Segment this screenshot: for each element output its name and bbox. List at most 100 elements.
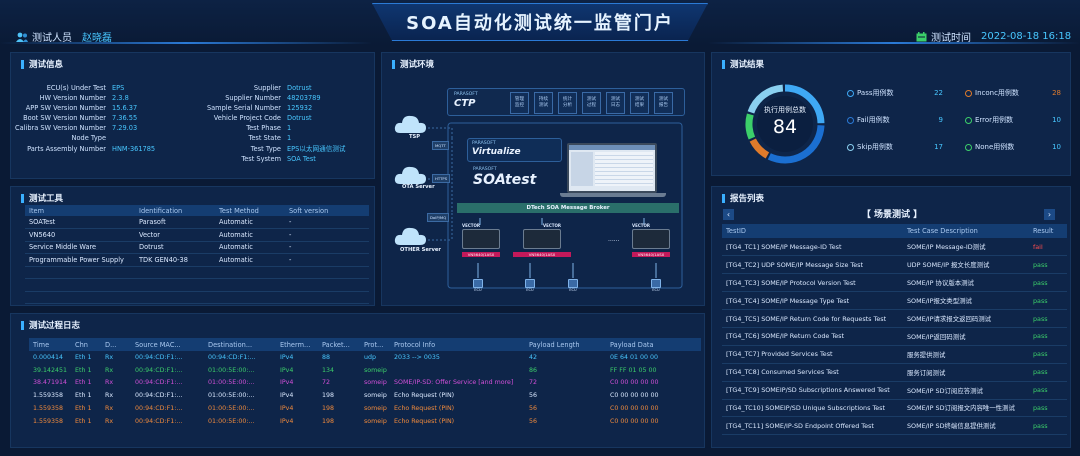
report-cell: [TG4_TC1] SOME/IP Message-ID Test xyxy=(722,238,903,257)
table-row-empty xyxy=(25,266,369,279)
page-title: SOA自动化测试统一监管门户 xyxy=(406,13,674,34)
tools-cell: Service Middle Ware xyxy=(25,241,135,254)
legend-item: Skip用例数 17 xyxy=(847,142,943,152)
info-row: Sample Serial Number 125932 xyxy=(181,103,371,113)
table-row[interactable]: [TG4_TC2] UDP SOME/IP Message Size Test U… xyxy=(722,255,1067,275)
table-row[interactable]: 0.000414 Eth 1 Rx 00:94:CD:F1:... 00:94:CD:F… xyxy=(29,351,701,364)
log-cell xyxy=(390,364,525,377)
total-value: 84 xyxy=(772,116,798,138)
other-server-label: OTHER Server xyxy=(400,247,441,253)
result-badge: pass xyxy=(1029,363,1067,382)
info-value: 2.3.8 xyxy=(112,94,129,103)
table-row[interactable]: 39.142451 Eth 1 Rx 00:94:CD:F1:... 01:00:5E:… xyxy=(29,364,701,377)
table-row[interactable]: Programmable Power Supply TDK GEN40-38 Aut… xyxy=(25,253,369,267)
tools-cell: SOATest xyxy=(25,216,135,229)
test-log-title: 测试过程日志 xyxy=(11,314,704,331)
table-row[interactable]: [TG4_TC9] SOMEIP/SD Subscriptions Answer… xyxy=(722,381,1067,400)
log-cell: 00:94:CD:F1:... xyxy=(135,379,183,387)
time-label: 测试时间 xyxy=(931,33,971,44)
info-value: Dotrust xyxy=(287,84,312,92)
vector-device-1: VECTOR VN5640/1ASX xyxy=(462,223,500,257)
legend-count: 22 xyxy=(934,89,943,97)
legend-count: 9 xyxy=(938,116,943,124)
table-row[interactable]: [TG4_TC8] Consumed Services Test 服务订阅测试 pa… xyxy=(722,363,1067,382)
virtualize-label: Virtualize xyxy=(472,147,521,157)
info-row: Node Type xyxy=(11,133,181,143)
ctp-module-button[interactable]: 测试 报告 xyxy=(654,92,673,114)
legend-dot xyxy=(847,143,854,151)
log-cell: 00:94:CD:F1:... xyxy=(208,353,256,361)
log-cell: udp xyxy=(364,353,376,361)
log-cell: 88 xyxy=(322,353,331,361)
log-cell: 2033 --> 0035 xyxy=(394,353,440,361)
table-row[interactable]: [TG4_TC7] Provided Services Test 服务提供测试 pa… xyxy=(722,345,1067,364)
legend-count: 10 xyxy=(1052,143,1061,151)
info-value: Dotrust xyxy=(287,114,312,123)
table-row-empty xyxy=(25,278,369,292)
log-cell: 0.000414 xyxy=(33,353,64,361)
info-key: HW Version Number xyxy=(39,94,106,103)
log-header-cell: Packet... xyxy=(318,338,360,351)
test-results-title: 测试结果 xyxy=(712,53,1070,70)
table-row[interactable]: SOATest Parasoft Automatic - xyxy=(25,216,369,229)
table-row[interactable]: [TG4_TC4] SOME/IP Message Type Test SOME/… xyxy=(722,291,1067,311)
table-row[interactable]: [TG4_TC1] SOME/IP Message-ID Test SOME/IP… xyxy=(722,238,1067,257)
report-cell: [TG4_TC5] SOME/IP Return Code for Reques… xyxy=(722,309,903,328)
legend-label: None用例数 xyxy=(975,143,1015,151)
info-key: Sample Serial Number xyxy=(206,104,281,113)
report-cell: 服务提供测试 xyxy=(903,345,1029,364)
report-cell: SOME/IP Message-ID测试 xyxy=(903,238,1029,257)
table-row[interactable]: 1.559358 Eth 1 Rx 00:94:CD:F1:... 01:00:5E:0… xyxy=(29,415,701,428)
legend-count: 17 xyxy=(934,143,943,151)
table-row[interactable]: 1.559358 Eth 1 Rx 00:94:CD:F1:... 01:00:5E:0… xyxy=(29,402,701,415)
report-cell: [TG4_TC9] SOMEIP/SD Subscriptions Answer… xyxy=(722,381,903,400)
ctp-brand: PARASOFT xyxy=(454,92,478,97)
ctp-module-button[interactable]: 管理 监控 xyxy=(510,92,529,114)
ctp-module-button[interactable]: 测试 过程 xyxy=(582,92,601,114)
legend-dot xyxy=(965,116,972,124)
legend-item: Pass用例数 22 xyxy=(847,88,943,98)
tools-cell-empty xyxy=(25,278,135,292)
table-row[interactable]: 38.471914 Eth 1 Rx 00:94:CD:F1:... 01:00:5E:… xyxy=(29,377,701,390)
table-row[interactable]: VN5640 Vector Automatic - xyxy=(25,228,369,242)
result-badge: fail xyxy=(1029,238,1067,257)
report-cell: SOME/IP SD订阅应答测试 xyxy=(903,381,1029,400)
table-row[interactable]: [TG4_TC10] SOMEIP/SD Unique Subscription… xyxy=(722,399,1067,418)
log-cell: Rx xyxy=(105,392,114,400)
other-cloud-icon xyxy=(394,227,426,245)
log-header-cell: Payload Data xyxy=(606,338,701,351)
tools-cell: - xyxy=(285,216,369,229)
ctp-module-button[interactable]: 持续 测试 xyxy=(534,92,553,114)
tools-cell: Vector xyxy=(135,228,215,242)
log-header-cell: Payload Length xyxy=(525,338,606,351)
log-cell: 01:00:5E:00:... xyxy=(208,405,255,413)
info-value: 15.6.37 xyxy=(112,104,138,113)
info-row: ECU(s) Under Test EPS xyxy=(11,83,181,93)
report-cell: [TG4_TC11] SOME/IP-SD Endpoint Offered T… xyxy=(722,416,903,436)
report-list-title: 报告列表 xyxy=(712,187,1070,204)
table-row[interactable]: 1.559358 Eth 1 Rx 00:94:CD:F1:... 01:00:5E:0… xyxy=(29,389,701,402)
https-tag: HTTPS xyxy=(432,174,451,183)
ota-label: OTA Server xyxy=(402,184,435,190)
ctp-module-button[interactable]: 测试 日志 xyxy=(606,92,625,114)
ctp-module-button[interactable]: 统计 分析 xyxy=(558,92,577,114)
info-key: Boot SW Version Number xyxy=(23,114,106,123)
ecu-1: ECU xyxy=(473,279,483,292)
info-row: HW Version Number 2.3.8 xyxy=(11,93,181,103)
log-cell: Eth 1 xyxy=(75,405,92,413)
table-row[interactable]: [TG4_TC6] SOME/IP Return Code Test SOME/I… xyxy=(722,327,1067,346)
test-info-title: 测试信息 xyxy=(11,53,374,70)
tools-cell: Automatic xyxy=(215,216,285,229)
prev-arrow-icon[interactable]: ‹ xyxy=(723,209,734,220)
tools-cell-empty xyxy=(135,266,215,279)
log-cell: 198 xyxy=(322,405,335,413)
log-cell: IPv4 xyxy=(280,417,294,425)
ctp-module-button[interactable]: 测试 结果 xyxy=(630,92,649,114)
table-row[interactable]: [TG4_TC11] SOME/IP-SD Endpoint Offered T… xyxy=(722,416,1067,436)
log-cell: Rx xyxy=(105,379,114,387)
tools-cell-empty xyxy=(215,278,285,292)
table-row[interactable]: Service Middle Ware Dotrust Automatic - xyxy=(25,241,369,254)
table-row[interactable]: [TG4_TC3] SOME/IP Protocol Version Test S… xyxy=(722,273,1067,293)
next-arrow-icon[interactable]: › xyxy=(1044,209,1055,220)
table-row[interactable]: [TG4_TC5] SOME/IP Return Code for Reques… xyxy=(722,309,1067,328)
